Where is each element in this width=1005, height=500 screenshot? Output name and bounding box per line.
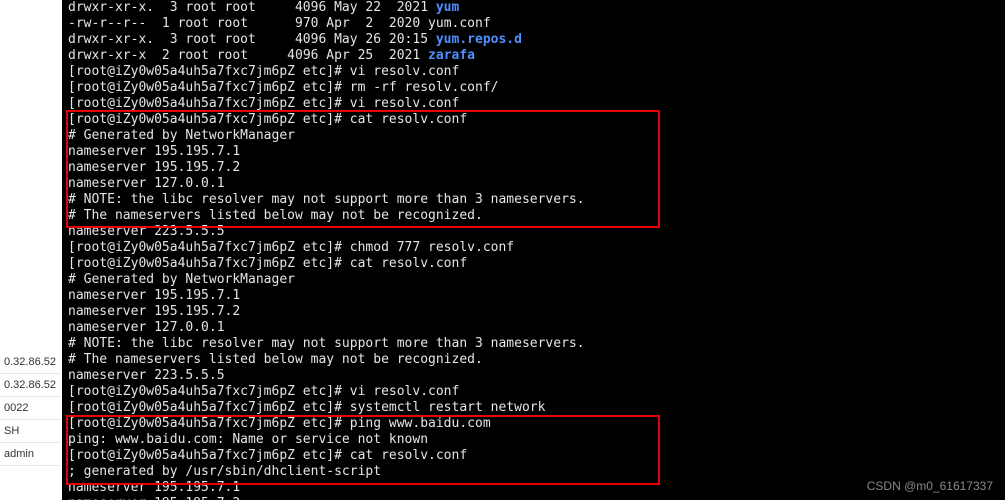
terminal[interactable]: drwxr-xr-x. 3 root root 4096 May 22 2021… (62, 0, 1005, 500)
sidebar-item: 0.32.86.52 (0, 351, 60, 374)
watermark: CSDN @m0_61617337 (867, 478, 993, 494)
sidebar-item: 0.32.86.52 (0, 374, 60, 397)
sidebar-item: SH (0, 420, 60, 443)
sidebar: 0.32.86.52 0.32.86.52 0022 SH admin (0, 351, 60, 466)
sidebar-item: admin (0, 443, 60, 466)
sidebar-item: 0022 (0, 397, 60, 420)
